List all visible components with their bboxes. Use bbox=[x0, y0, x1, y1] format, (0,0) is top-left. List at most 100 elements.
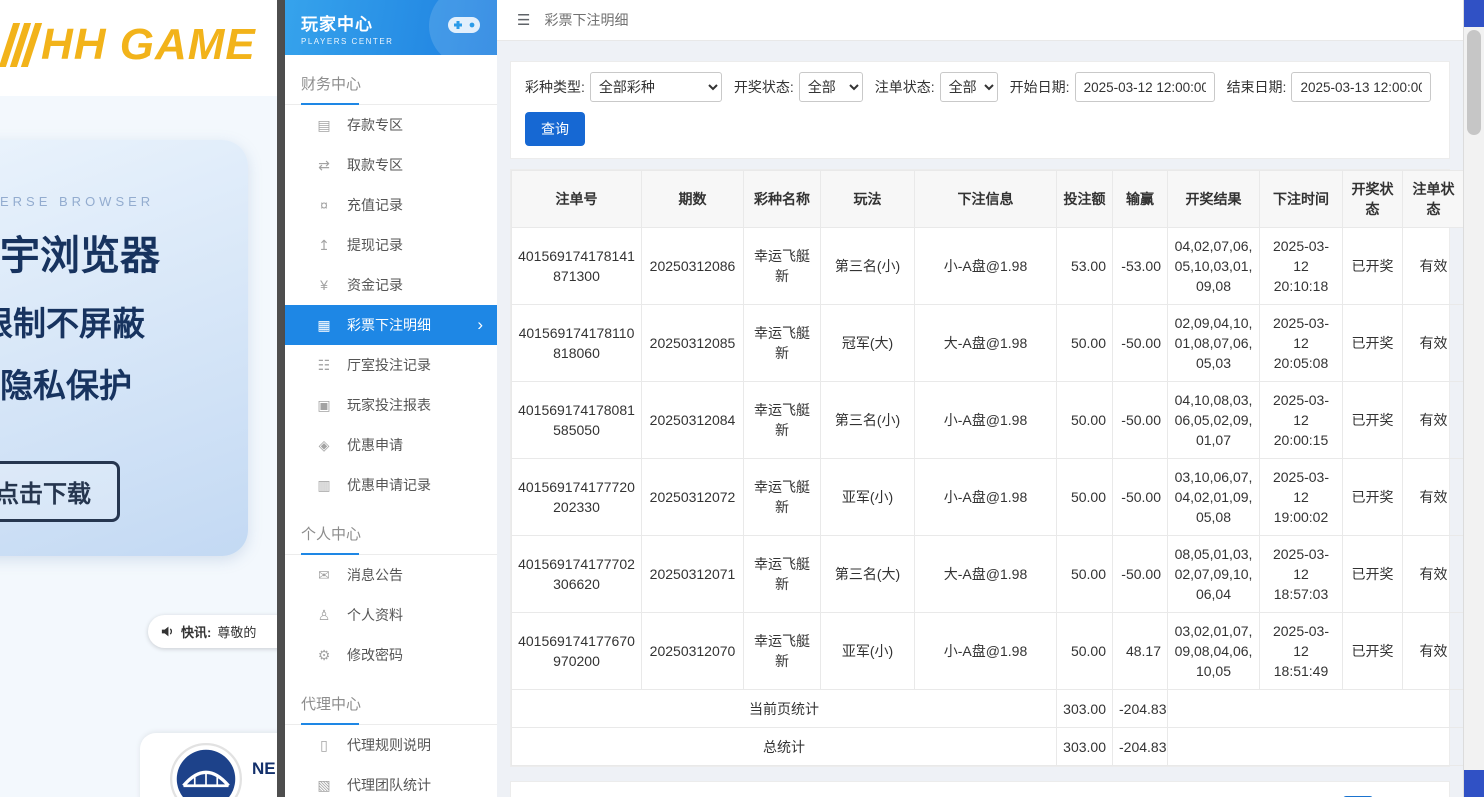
lottery-type-label: 彩种类型: bbox=[525, 77, 585, 97]
left-page-scrollbar[interactable] bbox=[277, 0, 285, 797]
sidebar-item-withdraw[interactable]: ⇄取款专区 bbox=[285, 145, 497, 185]
sidebar-item-withdrawal-records[interactable]: ↥ 提现记录 bbox=[285, 225, 497, 265]
menu-toggle-icon[interactable]: ☰ bbox=[517, 11, 530, 29]
summary-label: 总统计 bbox=[512, 728, 1057, 766]
column-header-play-type: 玩法 bbox=[821, 171, 915, 228]
order-status-select[interactable]: 全部 bbox=[940, 72, 998, 102]
start-date-input[interactable] bbox=[1075, 72, 1215, 102]
cell-win-loss: -50.00 bbox=[1113, 382, 1168, 459]
sidebar-item-promo-apply[interactable]: ◈优惠申请 bbox=[285, 425, 497, 465]
cell-draw-status: 已开奖 bbox=[1343, 459, 1403, 536]
sidebar-title: 玩家中心 bbox=[301, 10, 393, 35]
sidebar-item-lottery-bet-details[interactable]: ▦彩票下注明细› bbox=[285, 305, 497, 345]
table-header-row: 注单号期数彩种名称玩法下注信息投注额输赢开奖结果下注时间开奖状态注单状态 bbox=[512, 171, 1465, 228]
table-row: 40156917417767097020020250312070幸运飞艇新亚军(… bbox=[512, 613, 1465, 690]
cell-lottery-name: 幸运飞艇新 bbox=[744, 613, 821, 690]
scroll-up-button[interactable] bbox=[1464, 0, 1484, 27]
lottery-type-select[interactable]: 全部彩种 bbox=[590, 72, 722, 102]
table-row: 40156917417814187130020250312086幸运飞艇新第三名… bbox=[512, 228, 1465, 305]
sidebar-item-announcements[interactable]: ✉消息公告 bbox=[285, 555, 497, 595]
page-title: 彩票下注明细 bbox=[544, 10, 628, 30]
cell-order-status: 有效 bbox=[1403, 228, 1465, 305]
search-button[interactable]: 查询 bbox=[525, 112, 585, 146]
cell-lottery-name: 幸运飞艇新 bbox=[744, 382, 821, 459]
cell-bet-time: 2025-03-12 18:57:03 bbox=[1260, 536, 1343, 613]
cell-bet-amount: 50.00 bbox=[1057, 459, 1113, 536]
sidebar-item-label: 代理规则说明 bbox=[347, 735, 431, 755]
sidebar-item-funds-records[interactable]: ¥资金记录 bbox=[285, 265, 497, 305]
sidebar-item-agent-rules[interactable]: ▯ 代理规则说明 bbox=[285, 725, 497, 765]
cell-bet-time: 2025-03-12 20:10:18 bbox=[1260, 228, 1343, 305]
cell-win-loss: -53.00 bbox=[1113, 228, 1168, 305]
cell-play-type: 第三名(小) bbox=[821, 228, 915, 305]
table-row: 40156917417770230662020250312071幸运飞艇新第三名… bbox=[512, 536, 1465, 613]
lottery-bet-detail-icon: ▦ bbox=[315, 317, 333, 334]
download-button[interactable]: 点击下载 bbox=[0, 461, 120, 522]
column-header-order-id: 注单号 bbox=[512, 171, 642, 228]
cell-play-type: 第三名(小) bbox=[821, 382, 915, 459]
sidebar-item-label: 优惠申请 bbox=[347, 435, 403, 455]
sidebar-item-label: 代理团队统计 bbox=[347, 775, 431, 795]
cell-bet-info: 小-A盘@1.98 bbox=[915, 613, 1057, 690]
cell-order-id: 401569174177720202330 bbox=[512, 459, 642, 536]
brand-logo[interactable]: HH GAME bbox=[6, 20, 256, 70]
summary-label: 当前页统计 bbox=[512, 690, 1057, 728]
scroll-down-button[interactable] bbox=[1464, 770, 1484, 797]
cell-draw-result: 04,02,07,06,05,10,03,01,09,08 bbox=[1168, 228, 1260, 305]
news-marquee[interactable]: 快讯: 尊敬的 bbox=[148, 615, 277, 648]
column-header-draw-result: 开奖结果 bbox=[1168, 171, 1260, 228]
summary-bet-total: 303.00 bbox=[1057, 690, 1113, 728]
promo-record-icon: ▥ bbox=[315, 477, 333, 494]
column-header-bet-info: 下注信息 bbox=[915, 171, 1057, 228]
sidebar-item-label: 提现记录 bbox=[347, 235, 403, 255]
sidebar-item-label: 取款专区 bbox=[347, 155, 403, 175]
cell-draw-status: 已开奖 bbox=[1343, 305, 1403, 382]
cell-bet-info: 小-A盘@1.98 bbox=[915, 459, 1057, 536]
agent-rules-doc-icon: ▯ bbox=[315, 737, 333, 754]
sidebar-item-player-bet-report[interactable]: ▣玩家投注报表 bbox=[285, 385, 497, 425]
sidebar-item-hall-bet-records[interactable]: ☷厅室投注记录 bbox=[285, 345, 497, 385]
marquee-text: 尊敬的 bbox=[217, 622, 256, 641]
cell-issue: 20250312070 bbox=[642, 613, 744, 690]
cell-issue: 20250312072 bbox=[642, 459, 744, 536]
sidebar-subtitle: PLAYERS CENTER bbox=[301, 37, 393, 46]
column-header-order-status: 注单状态 bbox=[1403, 171, 1465, 228]
sidebar-item-agent-team[interactable]: ▧代理团队统计 bbox=[285, 765, 497, 797]
right-scrollbar[interactable] bbox=[1463, 0, 1484, 797]
sidebar-item-profile[interactable]: ♙个人资料 bbox=[285, 595, 497, 635]
cell-lottery-name: 幸运飞艇新 bbox=[744, 228, 821, 305]
cell-order-status: 有效 bbox=[1403, 613, 1465, 690]
cell-bet-amount: 50.00 bbox=[1057, 382, 1113, 459]
speaker-icon bbox=[160, 624, 175, 639]
cell-lottery-name: 幸运飞艇新 bbox=[744, 305, 821, 382]
gamepad-icon bbox=[447, 14, 481, 41]
cell-lottery-name: 幸运飞艇新 bbox=[744, 536, 821, 613]
site-header: HH GAME bbox=[0, 0, 277, 96]
sidebar-item-deposit[interactable]: ▤存款专区 bbox=[285, 105, 497, 145]
cell-draw-result: 02,09,04,10,01,08,07,06,05,03 bbox=[1168, 305, 1260, 382]
sidebar-item-recharge-records[interactable]: ¤充值记录 bbox=[285, 185, 497, 225]
scrollbar-thumb[interactable] bbox=[1467, 30, 1481, 135]
sidebar-item-label: 资金记录 bbox=[347, 275, 403, 295]
section-heading: 个人中心 bbox=[285, 515, 497, 555]
cell-draw-status: 已开奖 bbox=[1343, 613, 1403, 690]
promo-banner: ERSE BROWSER 宇浏览器 限制不屏蔽 隐私保护 点击下载 bbox=[0, 140, 248, 556]
sidebar-item-change-password[interactable]: ⚙修改密码 bbox=[285, 635, 497, 675]
bet-table-card: 注单号期数彩种名称玩法下注信息投注额输赢开奖结果下注时间开奖状态注单状态4015… bbox=[510, 169, 1450, 767]
sidebar-item-promo-apply-records[interactable]: ▥ 优惠申请记录 bbox=[285, 465, 497, 505]
cell-bet-amount: 50.00 bbox=[1057, 536, 1113, 613]
cell-play-type: 第三名(大) bbox=[821, 536, 915, 613]
logo-bars-icon bbox=[6, 23, 35, 67]
column-header-lottery-name: 彩种名称 bbox=[744, 171, 821, 228]
team-logo-icon bbox=[170, 743, 242, 797]
banner-tagline: ERSE BROWSER bbox=[0, 194, 248, 209]
content-area: 彩种类型: 全部彩种 开奖状态: 全部 注单状态: bbox=[497, 41, 1463, 797]
sidebar-item-label: 优惠申请记录 bbox=[347, 475, 431, 495]
player-report-icon: ▣ bbox=[315, 397, 333, 414]
end-date-input[interactable] bbox=[1291, 72, 1431, 102]
cell-lottery-name: 幸运飞艇新 bbox=[744, 459, 821, 536]
draw-status-select[interactable]: 全部 bbox=[799, 72, 863, 102]
withdrawal-record-icon: ↥ bbox=[315, 237, 333, 254]
column-header-win-loss: 输赢 bbox=[1113, 171, 1168, 228]
sidebar-item-label: 充值记录 bbox=[347, 195, 403, 215]
